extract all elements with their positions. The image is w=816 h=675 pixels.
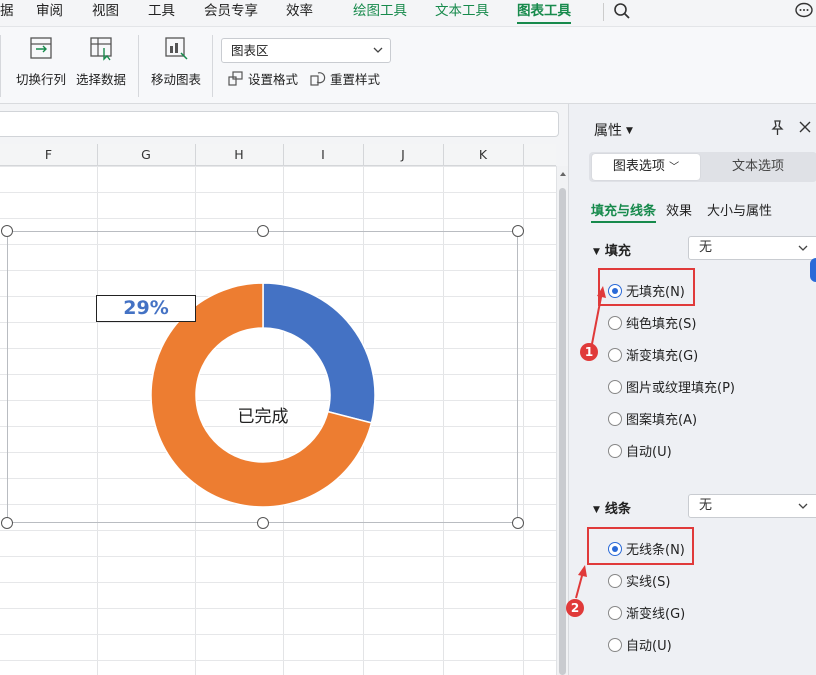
annotation-arrows (575, 286, 606, 599)
annotation-badge-1: 1 (580, 343, 598, 361)
annotation-badge-2: 2 (566, 599, 584, 617)
app-window: 据 审阅 视图 工具 会员专享 效率 绘图工具 文本工具 图表工具 切换行列 选… (0, 0, 816, 675)
